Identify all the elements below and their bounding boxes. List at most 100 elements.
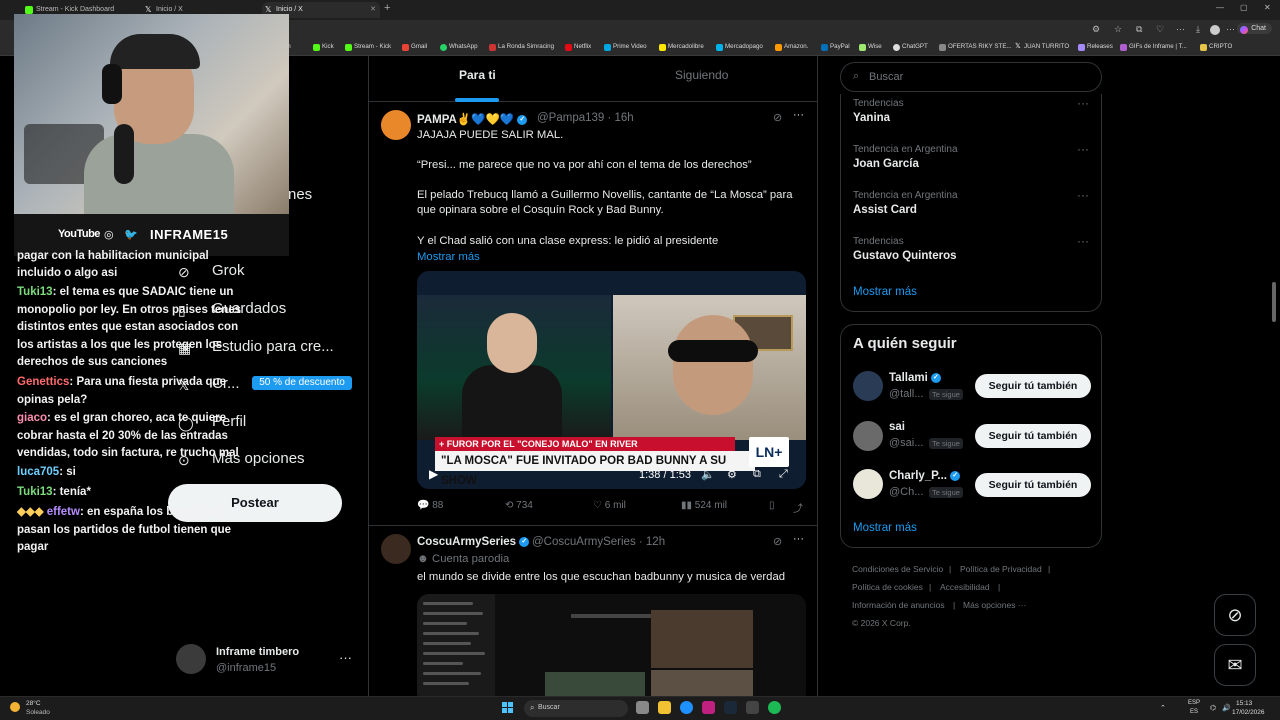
close-window-icon[interactable]: ✕ [1264,3,1271,12]
footer-link[interactable]: Información de anuncios [852,600,945,610]
chat-username[interactable]: giaco [17,412,47,424]
bookmark-whatsapp[interactable]: WhatsApp [440,43,478,51]
taskbar-search[interactable]: ⌕ Buscar [524,700,628,717]
avatar[interactable] [381,534,411,564]
page-scrollbar[interactable] [1272,282,1276,322]
fullscreen-icon[interactable]: ⤢ [779,468,788,481]
post-author-name[interactable]: PAMPA✌️💙💛💙 ✓ [417,112,528,126]
trends-show-more-link[interactable]: Mostrar más [853,286,917,298]
trend-name[interactable]: Gustavo Quinteros [853,250,957,262]
bookmark-kick[interactable]: Kick [313,43,334,51]
bookmark-prime-video[interactable]: Prime Video [604,43,647,51]
footer-link[interactable]: Política de cookies [852,582,923,592]
follow-user-handle[interactable]: @Ch... [889,486,923,498]
new-tab-button[interactable]: + [384,2,390,14]
show-more-link[interactable]: Mostrar más [417,250,807,265]
bookmark-ofertas[interactable]: OFERTAS RIKY STE... [939,43,1012,51]
weather-description[interactable]: Soleado [26,709,50,716]
chat-username[interactable]: effetw [47,506,80,518]
messages-floating-button[interactable]: ✉ [1214,644,1256,686]
app-icon[interactable] [702,701,715,714]
like-button[interactable]: ♡ 6 mil [593,500,626,511]
post[interactable]: PAMPA✌️💙💛💙 ✓ @Pampa139 · 16h ⊘ ··· JAJAJ… [369,102,817,526]
more-icon[interactable]: ··· [1077,96,1089,110]
account-switcher[interactable]: Inframe timbero @inframe15 ··· [176,640,356,680]
follow-user-name[interactable]: Charly_P... ✓ [889,470,961,482]
tab-para-ti[interactable]: Para ti [459,68,496,82]
settings-icon[interactable]: ⋯ [1176,24,1185,35]
who-to-follow-show-more-link[interactable]: Mostrar más [853,522,917,534]
bookmark-wise[interactable]: Wise [859,43,882,51]
browser-essentials-icon[interactable]: ♡ [1156,24,1164,35]
reply-button[interactable]: 💬 88 [417,500,443,511]
trend-name[interactable]: Assist Card [853,204,917,216]
collections-icon[interactable]: ⧉ [1136,24,1142,35]
keyboard-language[interactable]: ESP [1188,700,1200,706]
more-icon[interactable]: ··· [793,533,804,545]
chat-username[interactable]: Genettics [17,376,69,388]
footer-link[interactable]: Política de Privacidad [960,564,1042,574]
more-icon[interactable]: ··· [1077,188,1089,202]
chat-username[interactable]: Tuki13 [17,286,53,298]
bookmark-netflix[interactable]: Netflix [565,43,591,51]
follow-user-name[interactable]: sai [889,421,905,433]
follow-user-handle[interactable]: @tall... [889,388,923,400]
tray-chevron-icon[interactable]: ⌃ [1160,704,1166,712]
more-icon[interactable]: ··· [339,650,352,665]
app-icon[interactable] [746,701,759,714]
post-author-name[interactable]: CoscuArmySeries ✓ [417,536,530,548]
profile-avatar[interactable] [1210,25,1220,35]
footer-link[interactable]: Condiciones de Servicio [852,564,943,574]
post-image[interactable] [417,594,806,696]
views-button[interactable]: ▮▮ 524 mil [681,500,727,511]
footer-more-options[interactable]: Más opciones ··· [963,600,1026,610]
repost-button[interactable]: ⟲ 734 [505,500,533,511]
post-video[interactable]: + FUROR POR EL "CONEJO MALO" EN RIVER "L… [417,271,806,489]
weather-temperature[interactable]: 28°C [26,700,41,707]
follow-user-name[interactable]: Tallami ✓ [889,372,941,384]
follow-back-button[interactable]: Seguir tú también [975,374,1091,398]
follow-back-button[interactable]: Seguir tú también [975,424,1091,448]
maximize-icon[interactable]: ▢ [1240,3,1248,12]
bookmark-juan-turrito[interactable]: 𝕏 JUAN TURRITO [1015,43,1069,50]
spotify-icon[interactable] [768,701,781,714]
bookmark-mercadopago[interactable]: Mercadopago [716,43,763,51]
bookmark-releases[interactable]: Releases [1078,43,1113,51]
bookmark-stream-kick[interactable]: Stream - Kick [345,43,391,51]
follow-user-handle[interactable]: @sai... [889,437,923,449]
bookmark-paypal[interactable]: PayPal [821,43,850,51]
tab-siguiendo[interactable]: Siguiendo [675,68,728,82]
avatar[interactable] [381,110,411,140]
bookmark-mercadolibre[interactable]: Mercadolibre [659,43,704,51]
steam-icon[interactable] [724,701,737,714]
minimize-icon[interactable]: — [1216,3,1224,12]
more-icon[interactable]: ··· [1077,234,1089,248]
volume-icon[interactable]: 🔊 [1222,704,1231,712]
volume-icon[interactable]: 🔈 [701,468,715,481]
post[interactable]: CoscuArmySeries ✓ @CoscuArmySeries · 12h… [369,526,817,696]
bookmark-la-ronda[interactable]: La Ronda Simracing [489,43,554,51]
network-icon[interactable]: ⌬ [1210,704,1216,712]
search-input[interactable]: ⌕ Buscar [840,62,1102,92]
widgets-icon[interactable] [636,701,649,714]
close-tab-icon[interactable]: ✕ [370,2,376,18]
trend-name[interactable]: Joan García [853,158,919,170]
keyboard-layout[interactable]: ES [1190,709,1198,715]
share-icon[interactable]: ⤴ [793,500,803,515]
avatar[interactable] [853,469,883,499]
more-icon[interactable]: ··· [1077,142,1089,156]
grok-icon[interactable]: ⊘ [773,111,782,124]
avatar[interactable] [853,421,883,451]
grok-floating-button[interactable]: ⊘ [1214,594,1256,636]
post-author-handle[interactable]: @CoscuArmySeries · 12h [532,536,665,548]
file-explorer-icon[interactable] [658,701,671,714]
post-author-handle[interactable]: @Pampa139 · 16h [537,112,634,124]
chat-username[interactable]: Tuki13 [17,486,53,498]
picture-in-picture-icon[interactable]: ⧉ [753,468,761,481]
clock-time[interactable]: 15:13 [1236,700,1252,707]
favorites-icon[interactable]: ☆ [1114,24,1122,35]
windows-start-icon[interactable] [502,702,514,714]
bookmark-button[interactable]: ▯ [769,500,775,511]
bookmark-gifs[interactable]: GIFs de Inframe | T... [1120,43,1187,51]
downloads-icon[interactable]: ⤓ [1196,24,1200,35]
